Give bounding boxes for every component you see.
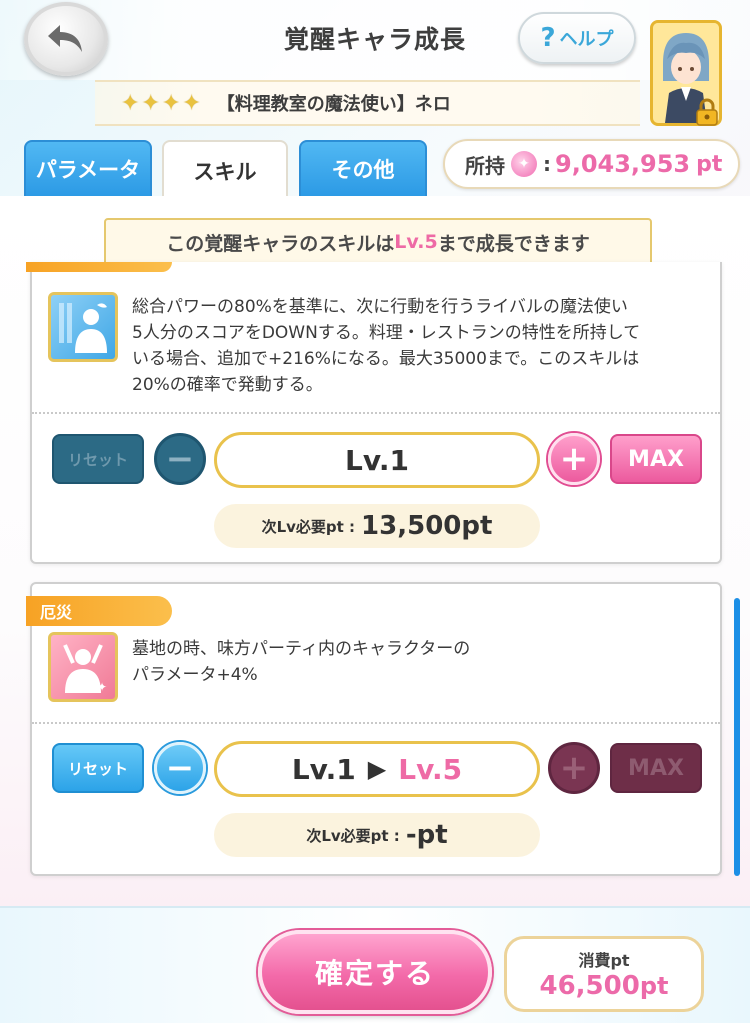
level-current: Lv.1	[291, 752, 356, 786]
max-button[interactable]: MAX	[610, 434, 702, 484]
point-coin-icon: ✦	[511, 151, 537, 177]
requirement-label: 次Lv必要pt :	[261, 517, 356, 536]
cost-unit: pt	[639, 972, 669, 1000]
description-line: いる場合、追加で+216%になる。最大35000まで。このスキルは	[132, 349, 640, 369]
requirement-label: 次Lv必要pt :	[306, 826, 400, 845]
minus-button[interactable]: −	[154, 742, 206, 794]
owned-points-unit: pt	[696, 151, 723, 177]
plus-button[interactable]: +	[548, 433, 600, 485]
description-line: 5人分のスコアをDOWNする。料理・レストランの特性を所持して	[132, 323, 641, 343]
tab-skill[interactable]: スキル	[162, 140, 288, 200]
confirm-button[interactable]: 確定する	[258, 930, 492, 1014]
requirement-value: 13,500pt	[361, 511, 493, 541]
owned-points-value: 9,043,953	[555, 150, 691, 178]
max-button[interactable]: MAX	[610, 743, 702, 793]
owned-points-separator: :	[543, 152, 551, 176]
svg-text:✦: ✦	[97, 680, 107, 694]
minus-button[interactable]: −	[154, 433, 206, 485]
next-level-requirement: 次Lv必要pt : -pt	[214, 813, 540, 857]
page-title: 覚醒キャラ成長	[283, 25, 466, 54]
reset-button[interactable]: リセット	[52, 434, 144, 484]
owned-points-label: 所持	[465, 153, 505, 178]
divider	[32, 722, 720, 724]
description-line: 20%の確率で発動する。	[132, 375, 323, 395]
notice-level: Lv.5	[394, 231, 438, 253]
back-button[interactable]	[24, 2, 108, 76]
skill-description: 総合パワーの80%を基準に、次に行動を行うライバルの魔法使い 5人分のスコアをD…	[132, 294, 712, 398]
requirement-value: -pt	[405, 820, 448, 850]
description-line: 墓地の時、味方パーティ内のキャラクターの	[132, 639, 471, 659]
lock-icon	[696, 98, 718, 126]
level-display: Lv.1 ▶ Lv.5	[214, 741, 540, 797]
cost-label: 消費pt	[578, 951, 630, 970]
notice-suffix: まで成長できます	[437, 232, 590, 255]
skill-icon: ✦	[48, 632, 118, 702]
star-icon: ✦	[121, 90, 140, 116]
cost-display: 消費pt 46,500pt	[504, 936, 704, 1012]
notice-prefix: この覚醒キャラのスキルは	[166, 232, 395, 255]
level-arrow-icon: ▶	[367, 755, 387, 783]
skill-icon	[48, 292, 118, 362]
reset-button[interactable]: リセット	[52, 743, 144, 793]
cost-value: 46,500	[539, 971, 640, 1001]
plus-button[interactable]: +	[548, 742, 600, 794]
skill-description: 墓地の時、味方パーティ内のキャラクターの パラメータ+4%	[132, 636, 712, 688]
star-icon: ✦	[161, 90, 181, 116]
tab-parameter[interactable]: パラメータ	[24, 140, 152, 198]
divider	[32, 412, 720, 414]
help-label: ヘルプ	[559, 29, 614, 50]
rarity-stars: ✦ ✦ ✦ ✦	[121, 91, 201, 116]
character-banner: ✦ ✦ ✦ ✦ 【料理教室の魔法使い】ネロ	[95, 80, 640, 126]
star-icon: ✦	[141, 90, 160, 116]
level-next: Lv.5	[398, 752, 463, 786]
level-display: Lv.1	[214, 432, 540, 488]
category-ribbon: 厄災	[26, 596, 172, 626]
character-name: 【料理教室の魔法使い】ネロ	[216, 94, 451, 115]
category-ribbon	[26, 262, 172, 272]
cost-amount: 46,500pt	[540, 971, 669, 1001]
back-arrow-icon	[48, 25, 82, 52]
help-icon: ?	[540, 23, 556, 53]
next-level-requirement: 次Lv必要pt : 13,500pt	[214, 504, 540, 548]
growth-notice: この覚醒キャラのスキルは Lv.5 まで成長できます	[104, 218, 652, 266]
description-line: パラメータ+4%	[132, 665, 258, 685]
scrollbar-thumb[interactable]	[734, 598, 740, 876]
owned-points: 所持 ✦ : 9,043,953 pt	[443, 139, 740, 189]
level-current: Lv.1	[345, 443, 409, 477]
star-icon: ✦	[182, 90, 201, 116]
help-button[interactable]: ? ヘルプ	[518, 12, 636, 64]
description-line: 総合パワーの80%を基準に、次に行動を行うライバルの魔法使い	[132, 297, 628, 317]
tab-other[interactable]: その他	[299, 140, 427, 198]
